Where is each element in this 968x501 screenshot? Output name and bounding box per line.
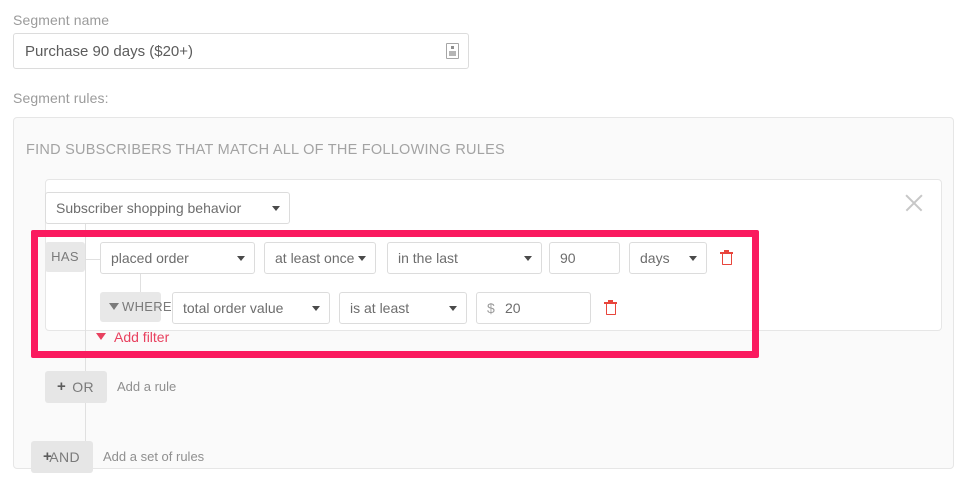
funnel-icon (96, 333, 106, 340)
rules-panel-heading: FIND SUBSCRIBERS THAT MATCH ALL OF THE F… (26, 142, 505, 158)
chevron-down-icon (524, 256, 532, 261)
filter-field-value: total order value (183, 300, 284, 316)
segment-name-input[interactable] (14, 34, 468, 68)
chevron-down-icon (312, 306, 320, 311)
behavior-select-value: Subscriber shopping behavior (56, 200, 242, 216)
has-connector-button[interactable]: HAS (45, 242, 85, 272)
trash-icon[interactable] (604, 300, 617, 315)
segment-name-field-wrapper (13, 33, 469, 69)
filter-value-input[interactable]: $ 20 (476, 292, 591, 324)
chevron-down-icon (449, 306, 457, 311)
add-rule-set-hint: Add a set of rules (103, 449, 205, 464)
chevron-down-icon (272, 206, 280, 211)
tree-connector-line (85, 259, 100, 260)
trash-can (721, 254, 732, 265)
close-icon[interactable] (901, 190, 927, 216)
filter-field-select[interactable]: total order value (172, 292, 330, 324)
add-rule-set-and-button[interactable]: + AND (31, 441, 93, 473)
segment-name-label: Segment name (13, 12, 110, 28)
period-number-input[interactable]: 90 (549, 242, 620, 274)
add-rule-or-button[interactable]: + OR (45, 371, 107, 403)
funnel-icon (109, 303, 119, 310)
period-unit-value: days (640, 250, 670, 266)
chevron-down-icon (689, 256, 697, 261)
tree-connector-line (85, 224, 86, 260)
period-select[interactable]: in the last (387, 242, 542, 274)
filter-value: 20 (505, 300, 521, 316)
trash-icon[interactable] (720, 250, 733, 265)
period-number-value: 90 (560, 250, 576, 266)
or-label: OR (72, 379, 94, 395)
add-filter-label: Add filter (114, 329, 170, 345)
where-filter-label: WHERE (122, 299, 172, 314)
and-label: AND (49, 449, 80, 465)
add-rule-hint: Add a rule (117, 379, 177, 394)
where-filter-button[interactable]: WHERE (100, 292, 172, 322)
chevron-down-icon (237, 256, 245, 261)
currency-symbol: $ (487, 300, 495, 316)
frequency-select-value: at least once (275, 250, 355, 266)
period-select-value: in the last (398, 250, 458, 266)
period-unit-select[interactable]: days (629, 242, 707, 274)
filter-operator-select[interactable]: is at least (339, 292, 467, 324)
text-resize-icon (446, 43, 459, 59)
segment-rules-label: Segment rules: (13, 90, 109, 106)
add-filter-link[interactable]: Add filter (96, 328, 169, 346)
chevron-down-icon (358, 256, 366, 261)
frequency-select[interactable]: at least once (264, 242, 376, 274)
has-connector-label: HAS (51, 249, 79, 264)
filter-operator-value: is at least (350, 300, 410, 316)
action-select[interactable]: placed order (100, 242, 255, 274)
plus-icon: + (57, 378, 67, 395)
segment-editor-page: Segment name Segment rules: FIND SUBSCRI… (0, 0, 968, 501)
trash-can (605, 304, 616, 315)
behavior-select[interactable]: Subscriber shopping behavior (45, 192, 290, 224)
action-select-value: placed order (111, 250, 189, 266)
